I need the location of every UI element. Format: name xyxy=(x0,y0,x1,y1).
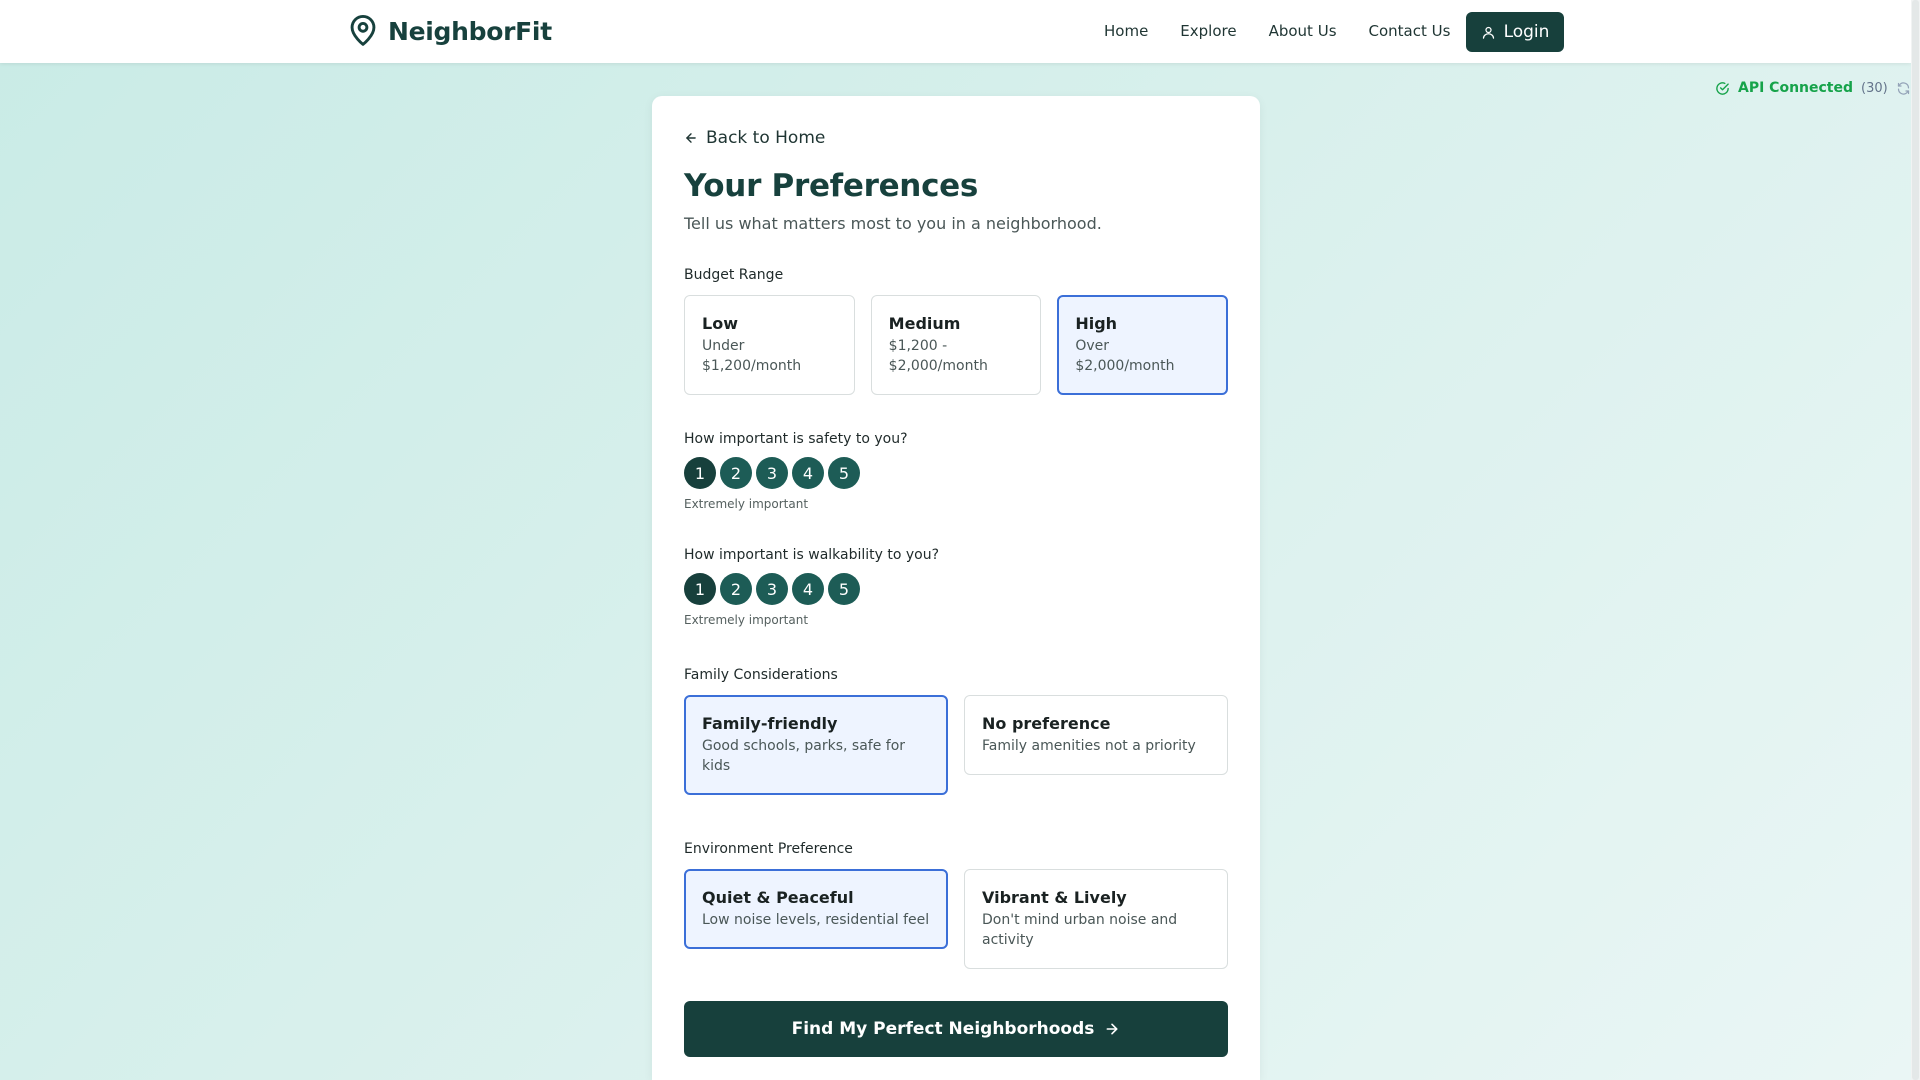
preferences-card: Back to Home Your Preferences Tell us wh… xyxy=(652,96,1260,1080)
login-label: Login xyxy=(1503,22,1550,42)
option-description: Family amenities not a priority xyxy=(982,738,1196,754)
brand-name: NeighborFit xyxy=(388,16,552,46)
budget-option-low[interactable]: Low Under $1,200/month xyxy=(684,295,855,395)
budget-section: Budget Range Low Under $1,200/month Medi… xyxy=(684,267,1229,395)
option-description: Low noise levels, residential feel xyxy=(702,912,930,928)
option-description: Under $1,200/month xyxy=(702,338,802,374)
api-status-label: API Connected xyxy=(1738,80,1854,96)
page-title: Your Preferences xyxy=(684,168,979,204)
find-neighborhoods-button[interactable]: Find My Perfect Neighborhoods xyxy=(684,1001,1228,1057)
map-pin-icon xyxy=(350,15,376,46)
family-label: Family Considerations xyxy=(684,667,838,683)
option-title: High xyxy=(1075,314,1118,333)
nav-home-link[interactable]: Home xyxy=(1104,22,1148,40)
option-title: Low xyxy=(702,314,738,333)
family-options: Family-friendly Good schools, parks, saf… xyxy=(684,695,1228,795)
budget-option-medium[interactable]: Medium $1,200 - $2,000/month xyxy=(870,295,1042,395)
family-section: Family Considerations Family-friendly Go… xyxy=(684,667,1228,795)
api-status-count: (30) xyxy=(1861,80,1888,96)
walkability-rating-4[interactable]: 4 xyxy=(792,573,824,605)
main-nav: Home Explore About Us Contact Us xyxy=(1104,22,1450,40)
environment-section: Environment Preference Quiet & Peaceful … xyxy=(684,841,1228,969)
walkability-rating-3[interactable]: 3 xyxy=(756,573,788,605)
nav-about-link[interactable]: About Us xyxy=(1269,22,1337,40)
budget-label: Budget Range xyxy=(684,267,784,283)
option-description: $1,200 - $2,000/month xyxy=(888,338,988,374)
page-subtitle: Tell us what matters most to you in a ne… xyxy=(684,214,1102,233)
option-description: Good schools, parks, safe for kids xyxy=(702,738,906,774)
nav-contact-link[interactable]: Contact Us xyxy=(1369,22,1451,40)
option-title: No preference xyxy=(982,714,1111,733)
login-button[interactable]: Login xyxy=(1466,12,1564,52)
environment-option-quiet[interactable]: Quiet & Peaceful Low noise levels, resid… xyxy=(684,869,948,949)
arrow-right-icon xyxy=(1106,1023,1118,1035)
brand-logo[interactable]: NeighborFit xyxy=(348,14,552,48)
walkability-label: How important is walkability to you? xyxy=(684,547,940,563)
family-option-no-preference[interactable]: No preference Family amenities not a pri… xyxy=(964,695,1228,775)
option-description: Over $2,000/month xyxy=(1075,338,1175,374)
family-option-friendly[interactable]: Family-friendly Good schools, parks, saf… xyxy=(684,695,948,795)
walkability-rating-2[interactable]: 2 xyxy=(720,573,752,605)
environment-label: Environment Preference xyxy=(684,841,853,857)
nav-explore-link[interactable]: Explore xyxy=(1180,22,1236,40)
safety-rating: 1 2 3 4 5 xyxy=(684,457,1228,489)
budget-option-high[interactable]: High Over $2,000/month xyxy=(1057,295,1229,395)
walkability-rating-1[interactable]: 1 xyxy=(684,573,716,605)
walkability-rating-note: Extremely important xyxy=(684,613,809,627)
safety-rating-1[interactable]: 1 xyxy=(684,457,716,489)
safety-rating-section: How important is safety to you? 1 2 3 4 … xyxy=(684,431,1228,511)
back-label: Back to Home xyxy=(706,128,826,148)
safety-label: How important is safety to you? xyxy=(684,431,908,447)
option-title: Quiet & Peaceful xyxy=(702,888,854,907)
option-description: Don't mind urban noise and activity xyxy=(982,912,1178,948)
option-title: Family-friendly xyxy=(702,714,838,733)
check-circle-icon xyxy=(1716,81,1729,95)
option-title: Vibrant & Lively xyxy=(982,888,1127,907)
option-title: Medium xyxy=(888,314,961,333)
walkability-rating-5[interactable]: 5 xyxy=(828,573,860,605)
walkability-rating: 1 2 3 4 5 xyxy=(684,573,1228,605)
safety-rating-note: Extremely important xyxy=(684,497,809,511)
safety-rating-3[interactable]: 3 xyxy=(756,457,788,489)
budget-options: Low Under $1,200/month Medium $1,200 - $… xyxy=(684,295,1229,395)
scrollbar-thumb[interactable] xyxy=(1912,0,1919,1080)
cta-label: Find My Perfect Neighborhoods xyxy=(791,1019,1095,1039)
page-scrollbar[interactable] xyxy=(1911,0,1920,1080)
environment-option-vibrant[interactable]: Vibrant & Lively Don't mind urban noise … xyxy=(964,869,1228,969)
api-status: API Connected (30) xyxy=(1715,80,1911,96)
user-icon xyxy=(1482,26,1494,39)
back-to-home-link[interactable]: Back to Home xyxy=(684,128,1228,148)
top-navbar: NeighborFit Home Explore About Us Contac… xyxy=(0,0,1911,63)
walkability-rating-section: How important is walkability to you? 1 2… xyxy=(684,547,1228,627)
safety-rating-4[interactable]: 4 xyxy=(792,457,824,489)
safety-rating-2[interactable]: 2 xyxy=(720,457,752,489)
arrow-left-icon xyxy=(686,133,696,143)
safety-rating-5[interactable]: 5 xyxy=(828,457,860,489)
refresh-icon[interactable] xyxy=(1896,81,1911,96)
environment-options: Quiet & Peaceful Low noise levels, resid… xyxy=(684,869,1228,969)
